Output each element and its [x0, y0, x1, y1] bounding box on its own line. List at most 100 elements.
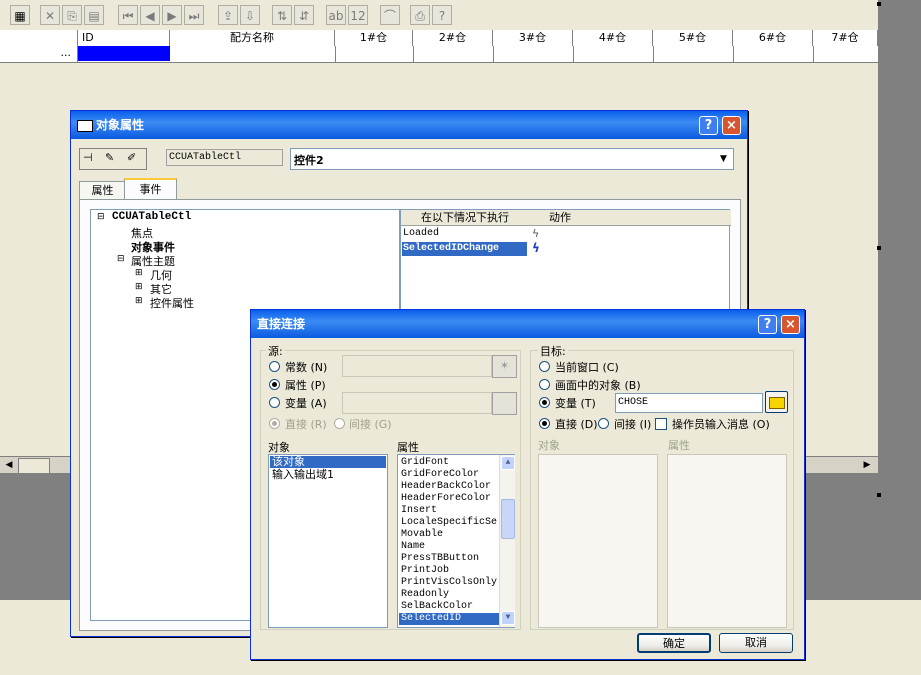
source-property-label[interactable]: 属性 (P)	[285, 377, 326, 393]
prop-item[interactable]: Movable	[399, 529, 499, 541]
prop-item[interactable]: PrintVisColsOnly	[399, 577, 499, 589]
events-header-condition[interactable]: 在以下情况下执行	[401, 210, 530, 226]
ok-button[interactable]: 确定	[637, 633, 711, 653]
source-object-list[interactable]: 该对象 输入输出域1	[268, 454, 388, 628]
prop-item[interactable]: HeaderForeColor	[399, 493, 499, 505]
lightning-inactive-icon[interactable]: ϟ	[532, 227, 539, 240]
toolbar-first-icon[interactable]: ⏮	[118, 5, 138, 25]
target-object-label[interactable]: 画面中的对象 (B)	[555, 377, 641, 393]
prop-item[interactable]: Name	[399, 541, 499, 553]
toolbar-numbers-icon[interactable]: 12	[348, 5, 368, 25]
property-scroll-thumb[interactable]	[501, 499, 515, 539]
col-id[interactable]: ID	[78, 30, 170, 46]
constant-field	[342, 355, 492, 377]
target-indirect-radio[interactable]	[598, 418, 609, 429]
toolbar-grid-icon[interactable]: ▦	[10, 5, 30, 25]
selected-cell[interactable]	[78, 46, 170, 61]
toolbar-help-icon[interactable]: ?	[432, 5, 452, 25]
source-indirect-label: 间接 (G)	[349, 418, 392, 431]
prop-item[interactable]: HeaderBackColor	[399, 481, 499, 493]
events-header-action[interactable]: 动作	[529, 210, 592, 226]
object-item-io-field[interactable]: 输入输出域1	[270, 469, 386, 481]
chevron-down-icon[interactable]: ▼	[716, 151, 731, 167]
toolbar-sort-down-icon[interactable]: ⇵	[294, 5, 314, 25]
source-property-radio[interactable]	[269, 379, 280, 390]
toolbar-cut-icon[interactable]: ✕	[40, 5, 60, 25]
target-current-window-label[interactable]: 当前窗口 (C)	[555, 359, 619, 375]
source-direct-label: 直接 (R)	[285, 418, 327, 431]
event-loaded[interactable]: Loaded	[403, 228, 439, 239]
source-variable-label[interactable]: 变量 (A)	[285, 395, 327, 411]
direct-titlebar[interactable]: 直接连接 ? ×	[251, 310, 804, 338]
col-recipe-name[interactable]: 配方名称	[170, 30, 335, 46]
toolbar-last-icon[interactable]: ⏭	[184, 5, 204, 25]
target-direct-radio[interactable]	[539, 418, 550, 429]
property-list-scrollbar[interactable]: ▲ ▼	[499, 455, 515, 627]
tab-events[interactable]: 事件	[124, 178, 177, 200]
event-selectedidchange[interactable]: SelectedIDChange	[402, 242, 527, 256]
toolbar-paste-icon[interactable]: ▤	[84, 5, 104, 25]
direct-help-button[interactable]: ?	[758, 315, 777, 334]
toolbar-export-icon[interactable]: ⇪	[218, 5, 238, 25]
prop-item[interactable]: LocaleSpecificSe	[399, 517, 499, 529]
col-bin-1[interactable]: 1#仓	[335, 30, 413, 46]
target-variable-browse-button[interactable]	[765, 391, 788, 413]
pin-icon[interactable]: ⊣	[83, 151, 93, 164]
source-constant-radio[interactable]	[269, 361, 280, 372]
help-button[interactable]: ?	[699, 116, 718, 135]
close-button[interactable]: ×	[722, 116, 741, 135]
prop-item[interactable]: GridFont	[399, 457, 499, 469]
prop-item-selected[interactable]: SelectedID	[399, 613, 499, 625]
target-indirect-label[interactable]: 间接 (I)	[614, 416, 651, 432]
cancel-button[interactable]: 取消	[719, 633, 793, 653]
col-bin-4[interactable]: 4#仓	[573, 30, 653, 46]
target-variable-field[interactable]: CHOSE	[615, 393, 763, 413]
target-variable-radio[interactable]	[539, 397, 550, 408]
toolbar-prev-icon[interactable]: ◀	[140, 5, 160, 25]
object-name-value: 控件2	[294, 154, 324, 167]
direct-close-button[interactable]: ×	[781, 315, 800, 334]
source-constant-label[interactable]: 常数 (N)	[285, 359, 327, 375]
props-titlebar[interactable]: 对象属性 ? ×	[71, 111, 747, 139]
toolbar-import-icon[interactable]: ⇩	[240, 5, 260, 25]
grid-row[interactable]: ...	[0, 46, 878, 63]
col-bin-5[interactable]: 5#仓	[653, 30, 733, 46]
prop-item[interactable]: Insert	[399, 505, 499, 517]
operator-msg-label[interactable]: 操作员输入消息 (O)	[672, 416, 770, 432]
object-item-this[interactable]: 该对象	[270, 456, 386, 468]
col-bin-7[interactable]: 7#仓	[813, 30, 878, 46]
tree-root[interactable]: CCUATableCtl	[112, 211, 191, 223]
pipette-icon[interactable]: ✎	[105, 151, 114, 164]
target-direct-label[interactable]: 直接 (D)	[555, 416, 598, 432]
col-bin-6[interactable]: 6#仓	[733, 30, 813, 46]
prop-item[interactable]: GridForeColor	[399, 469, 499, 481]
pipette-copy-icon[interactable]: ✐	[127, 151, 136, 164]
prop-item[interactable]: SelBackColor	[399, 601, 499, 613]
source-property-list[interactable]: GridFont GridForeColor HeaderBackColor H…	[397, 454, 515, 628]
source-variable-radio[interactable]	[269, 397, 280, 408]
target-object-radio[interactable]	[539, 379, 550, 390]
target-variable-label[interactable]: 变量 (T)	[555, 395, 596, 411]
tree-control-properties[interactable]: 控件属性	[150, 295, 194, 311]
scroll-down-icon[interactable]: ▼	[501, 611, 515, 625]
object-name-select[interactable]: 控件2 ▼	[290, 148, 734, 170]
prop-item[interactable]: PrintJob	[399, 565, 499, 577]
toolbar-print-icon[interactable]: ⎙	[410, 5, 430, 25]
scroll-right-icon[interactable]: ▶	[860, 459, 874, 472]
scroll-left-icon[interactable]: ◀	[2, 459, 16, 472]
toolbar-next-icon[interactable]: ▶	[162, 5, 182, 25]
toolbar-copy-icon[interactable]: ⎘	[62, 5, 82, 25]
lightning-active-icon[interactable]: ϟ	[532, 241, 540, 255]
toolbar-rename-icon[interactable]: ab	[326, 5, 346, 25]
toolbar-chart-icon[interactable]: ⌒	[380, 5, 400, 25]
operator-msg-checkbox[interactable]	[655, 418, 667, 430]
tab-properties[interactable]: 属性	[79, 181, 126, 200]
prop-item[interactable]: Readonly	[399, 589, 499, 601]
scroll-up-icon[interactable]: ▲	[501, 456, 515, 470]
target-current-window-radio[interactable]	[539, 361, 550, 372]
prop-item[interactable]: PressTBButton	[399, 553, 499, 565]
col-bin-3[interactable]: 3#仓	[493, 30, 573, 46]
toolbar-sort-up-icon[interactable]: ⇅	[272, 5, 292, 25]
col-bin-2[interactable]: 2#仓	[413, 30, 493, 46]
scroll-thumb[interactable]	[18, 458, 50, 474]
